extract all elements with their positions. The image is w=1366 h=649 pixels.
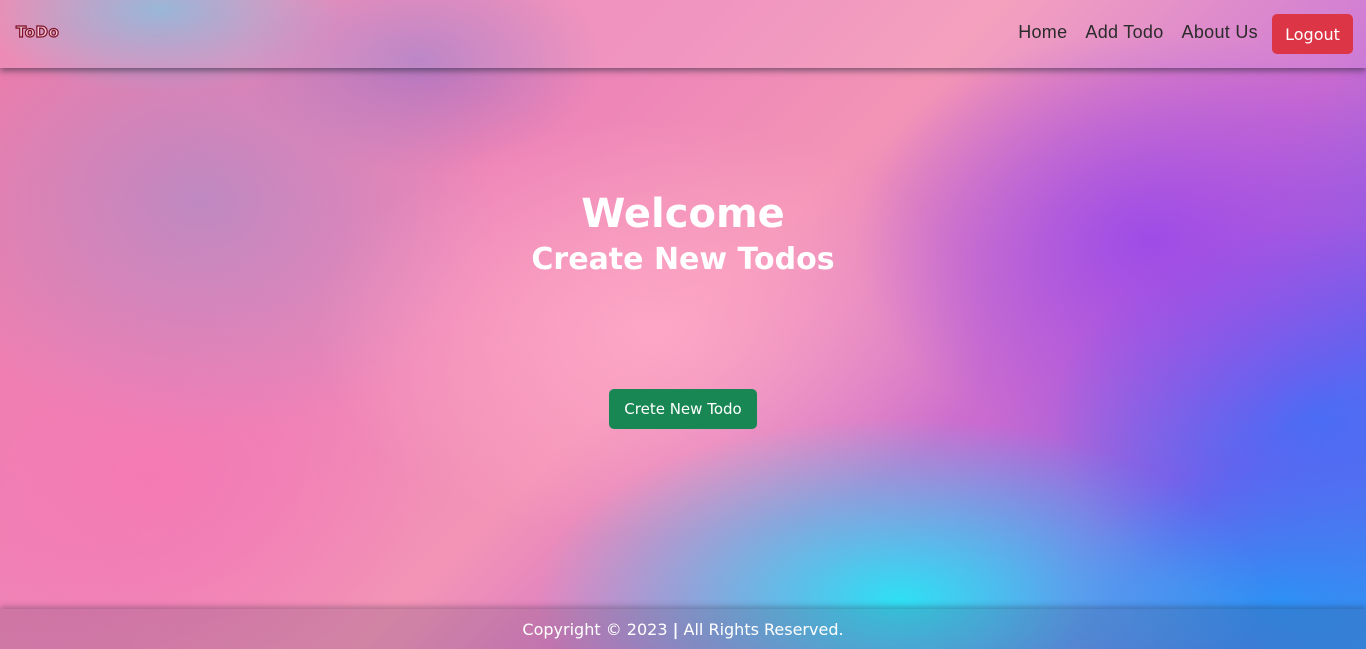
hero-section: Welcome Create New Todos xyxy=(0,188,1366,280)
hero-title: Welcome xyxy=(581,191,785,237)
footer-copyright: Copyright © 2023 xyxy=(522,620,668,639)
create-new-todo-button[interactable]: Crete New Todo xyxy=(609,389,757,429)
navbar: ToDo Home Add Todo About Us Logout xyxy=(0,0,1366,68)
brand-logo[interactable]: ToDo xyxy=(15,22,59,41)
logout-button[interactable]: Logout xyxy=(1272,14,1353,54)
footer-separator: | xyxy=(672,620,679,639)
footer: Copyright © 2023 | All Rights Reserved. xyxy=(0,609,1366,649)
hero-subtitle: Create New Todos xyxy=(531,242,835,277)
footer-rights: All Rights Reserved. xyxy=(683,620,844,639)
nav-link-add-todo[interactable]: Add Todo xyxy=(1085,22,1163,43)
nav-link-home[interactable]: Home xyxy=(1018,22,1067,43)
nav-links: Home Add Todo About Us xyxy=(1018,22,1258,43)
nav-link-about-us[interactable]: About Us xyxy=(1182,22,1258,43)
